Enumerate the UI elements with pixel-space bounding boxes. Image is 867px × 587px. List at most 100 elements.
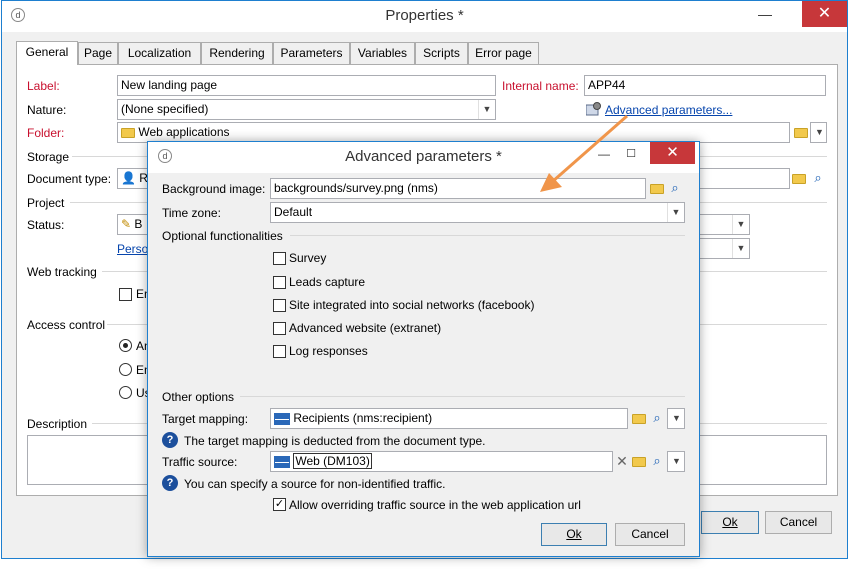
personalize-link[interactable]: Perso [117, 241, 148, 257]
folder-label: Folder: [27, 126, 65, 140]
person-icon: 👤 [121, 171, 136, 185]
survey-checkbox[interactable] [273, 252, 286, 265]
web-tracking-checkbox[interactable] [119, 288, 132, 301]
target-mapping-help: The target mapping is deducted from the … [184, 434, 486, 448]
nature-select[interactable]: (None specified) ▼ [117, 99, 496, 120]
help-icon: ? [162, 475, 178, 491]
chevron-down-icon[interactable]: ▼ [732, 215, 749, 234]
log-responses-checkbox[interactable] [273, 345, 286, 358]
storage-section-label: Storage [27, 150, 70, 164]
social-networks-label: Site integrated into social networks (fa… [289, 298, 535, 312]
folder-browse-icon[interactable] [648, 179, 666, 197]
cancel-button[interactable]: Cancel [765, 511, 832, 534]
status-label: Status: [27, 218, 65, 232]
target-mapping-label: Target mapping: [162, 412, 249, 426]
time-zone-select[interactable]: Default ▼ [270, 202, 685, 223]
document-type-browse-icon[interactable] [790, 169, 808, 187]
search-icon[interactable]: ⌕ [648, 409, 666, 427]
search-icon[interactable]: ⌕ [809, 169, 827, 187]
optional-divider [290, 235, 685, 236]
traffic-source-value: Web (DM103) [293, 453, 372, 469]
title-bar: d Properties * — ✕ [2, 1, 847, 32]
tab-error-page[interactable]: Error page [468, 42, 539, 64]
ok-button-label: Ok [722, 515, 738, 529]
traffic-source-dropdown[interactable]: ▼ [667, 451, 685, 472]
chevron-down-icon[interactable]: ▼ [667, 203, 684, 222]
annotation-arrow [540, 114, 628, 192]
tab-parameters[interactable]: Parameters [273, 42, 350, 64]
log-responses-label: Log responses [289, 344, 368, 358]
chevron-down-icon: ▼ [668, 409, 684, 428]
traffic-source-label: Traffic source: [162, 455, 238, 469]
time-zone-label: Time zone: [162, 206, 221, 220]
internal-name-label: Internal name: [502, 79, 579, 93]
chevron-down-icon[interactable]: ▼ [478, 100, 495, 119]
label-input[interactable]: New landing page [117, 75, 496, 96]
folder-value: Web applications [138, 125, 230, 139]
folder-browse-icon[interactable] [792, 123, 810, 141]
nature-value: (None specified) [121, 102, 209, 116]
window-title: Properties * [385, 7, 464, 24]
chevron-down-icon: ▼ [668, 452, 684, 471]
chevron-down-icon[interactable]: ▼ [732, 239, 749, 258]
label-label: Label: [27, 79, 60, 93]
internal-name-input[interactable]: APP44 [584, 75, 826, 96]
social-networks-checkbox[interactable] [273, 299, 286, 312]
web-tracking-section-label: Web tracking [27, 265, 97, 279]
access-radio-1[interactable] [119, 339, 132, 352]
background-image-label: Background image: [162, 182, 266, 196]
other-options-divider [240, 396, 685, 397]
nature-label: Nature: [27, 103, 67, 117]
time-zone-value: Default [274, 205, 313, 219]
traffic-source-input[interactable]: Web (DM103) [270, 451, 613, 472]
close-icon[interactable]: ✕ [650, 142, 695, 164]
clear-icon[interactable]: ✕ [613, 452, 631, 470]
target-mapping-input[interactable]: Recipients (nms:recipient) [270, 408, 628, 429]
advanced-website-label: Advanced website (extranet) [289, 321, 442, 335]
leads-capture-label: Leads capture [289, 275, 366, 289]
chevron-down-icon: ▼ [811, 123, 826, 142]
project-section-label: Project [27, 196, 65, 210]
folder-icon [121, 127, 135, 138]
advanced-website-checkbox[interactable] [273, 322, 286, 335]
search-icon[interactable]: ⌕ [666, 179, 684, 197]
description-section-label: Description [27, 417, 88, 431]
survey-label: Survey [289, 251, 327, 265]
allow-override-checkbox[interactable]: ✓ [273, 498, 286, 511]
dialog-ok-button[interactable]: Ok [541, 523, 607, 546]
leads-capture-checkbox[interactable] [273, 276, 286, 289]
access-radio-3[interactable] [119, 386, 132, 399]
tab-variables[interactable]: Variables [350, 42, 415, 64]
target-mapping-dropdown[interactable]: ▼ [667, 408, 685, 429]
folder-input[interactable]: Web applications [117, 122, 790, 143]
document-type-label: Document type: [27, 172, 112, 186]
envelope-icon [274, 455, 290, 468]
cancel-button-label: Cancel [779, 515, 818, 529]
dialog-cancel-button-label: Cancel [631, 527, 669, 541]
target-mapping-value: Recipients (nms:recipient) [293, 411, 433, 425]
access-radio-2[interactable] [119, 363, 132, 376]
minimize-icon[interactable]: — [750, 4, 780, 24]
optional-functionalities-label: Optional functionalities [162, 229, 283, 243]
tab-general[interactable]: General [16, 41, 78, 65]
allow-override-label: Allow overriding traffic source in the w… [289, 498, 581, 512]
dialog-cancel-button[interactable]: Cancel [615, 523, 685, 546]
advanced-parameters-dialog: d Advanced parameters * — ☐ ✕ Background… [147, 141, 700, 557]
folder-browse-icon[interactable] [630, 452, 648, 470]
close-icon[interactable]: ✕ [802, 1, 847, 27]
folder-dropdown[interactable]: ▼ [810, 122, 827, 143]
other-options-label: Other options [162, 390, 235, 404]
search-icon[interactable]: ⌕ [648, 452, 666, 470]
tab-rendering[interactable]: Rendering [201, 42, 273, 64]
dialog-ok-button-label: Ok [566, 527, 582, 541]
pencil-icon: ✎ [121, 217, 132, 231]
traffic-source-help: You can specify a source for non-identif… [184, 477, 446, 491]
help-icon: ? [162, 432, 178, 448]
tab-localization[interactable]: Localization [118, 42, 201, 64]
tab-scripts[interactable]: Scripts [415, 42, 468, 64]
access-control-section-label: Access control [27, 318, 106, 332]
envelope-icon [274, 412, 290, 425]
folder-browse-icon[interactable] [630, 409, 648, 427]
tab-page[interactable]: Page [78, 42, 118, 64]
ok-button[interactable]: Ok [701, 511, 759, 534]
